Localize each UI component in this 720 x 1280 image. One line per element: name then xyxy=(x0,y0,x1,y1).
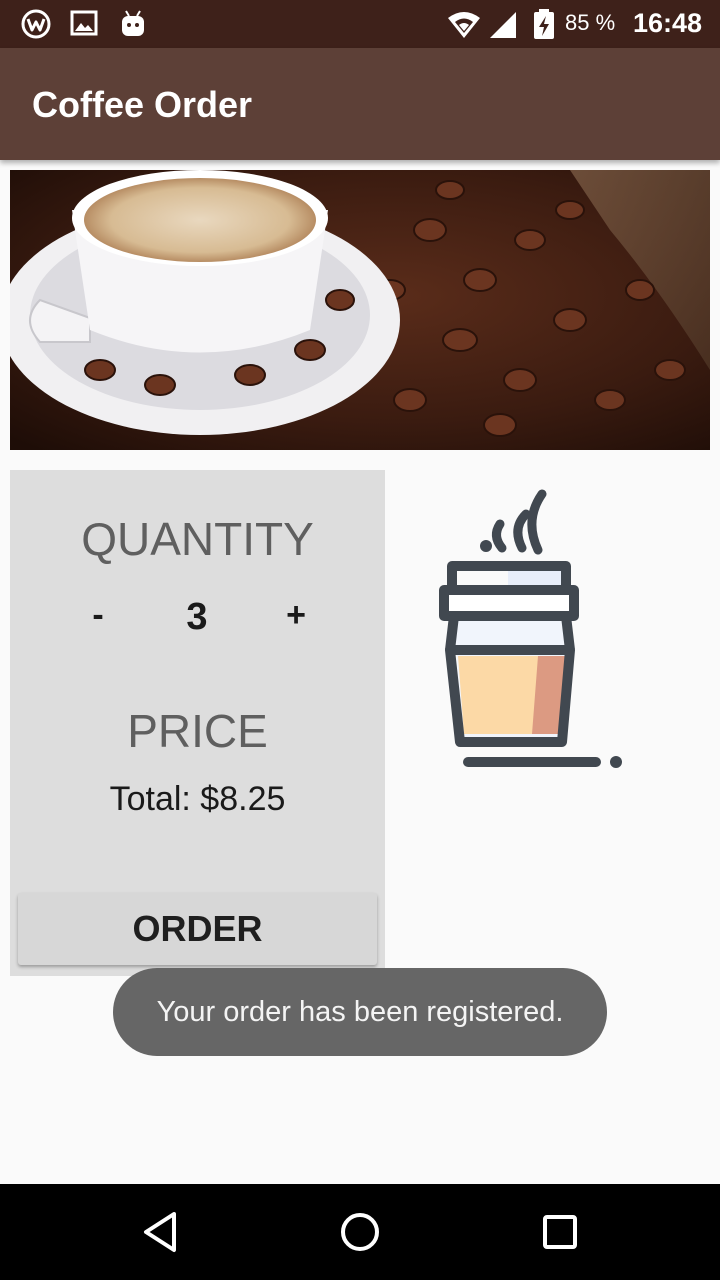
coffee-hero-image xyxy=(10,170,710,450)
quantity-heading: QUANTITY xyxy=(81,513,314,565)
quantity-value: 3 xyxy=(186,596,208,638)
increment-button[interactable]: + xyxy=(276,596,316,635)
price-heading: PRICE xyxy=(127,705,268,757)
clock: 16:48 xyxy=(633,8,703,38)
app-w-icon xyxy=(20,8,52,45)
total-price: Total: $8.25 xyxy=(109,780,286,818)
order-button[interactable]: ORDER xyxy=(18,893,377,965)
battery-charging-icon xyxy=(532,8,556,45)
navigation-bar xyxy=(0,1184,720,1280)
home-icon[interactable] xyxy=(336,1208,384,1256)
back-icon[interactable] xyxy=(136,1208,184,1256)
android-icon xyxy=(118,8,148,45)
app-bar: Coffee Order xyxy=(0,48,720,160)
toast-message: Your order has been registered. xyxy=(113,968,607,1056)
signal-icon xyxy=(488,10,518,45)
gallery-icon xyxy=(70,8,98,43)
wifi-icon xyxy=(446,10,482,45)
decrement-button[interactable]: - xyxy=(78,596,118,635)
page-title: Coffee Order xyxy=(32,84,253,125)
status-bar: 85 % 16:48 xyxy=(0,0,720,48)
battery-percentage: 85 % xyxy=(565,10,616,35)
recents-icon[interactable] xyxy=(536,1208,584,1256)
takeaway-coffee-cup-icon xyxy=(430,484,630,774)
order-panel: QUANTITY - 3 + PRICE Total: $8.25 ORDER xyxy=(10,470,385,976)
